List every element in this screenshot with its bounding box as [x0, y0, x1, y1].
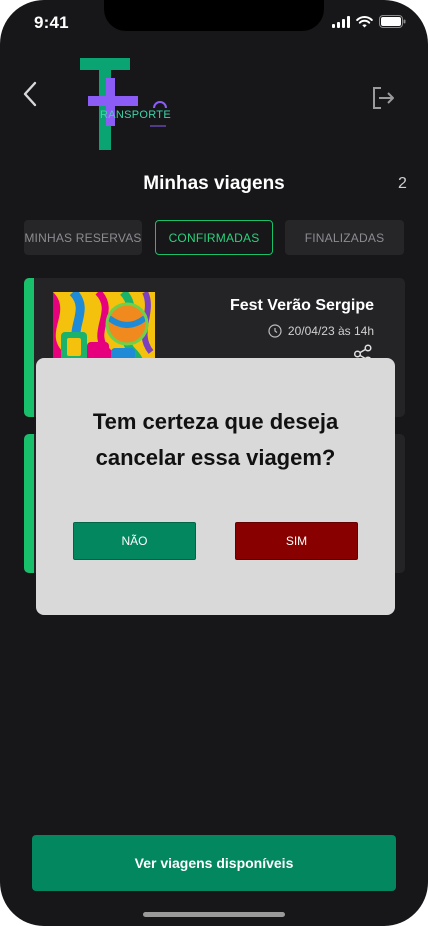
card-status-stripe [24, 278, 34, 417]
status-time: 9:41 [34, 13, 69, 32]
trip-date-text: 20/04/23 às 14h [287, 324, 374, 338]
dialog-message-line-2: cancelar essa viagem? [95, 445, 336, 470]
signal-icon [332, 15, 350, 28]
cancel-trip-dialog: Tem certeza que deseja cancelar essa via… [36, 358, 395, 615]
see-available-trips-button[interactable]: Ver viagens disponíveis [32, 835, 396, 891]
tab-minhas-reservas[interactable]: MINHAS RESERVAS [24, 220, 142, 255]
back-chevron-icon[interactable] [20, 80, 44, 108]
trip-date: 20/04/23 às 14h [268, 324, 374, 338]
phone-screen: 9:41 RANSPORTE Minhas viagens 2 MINHAS R… [0, 0, 428, 926]
trip-count: 2 [398, 175, 407, 192]
logout-icon[interactable] [370, 85, 396, 111]
app-logo [78, 56, 170, 152]
tab-finalizadas[interactable]: FINALIZADAS [285, 220, 404, 255]
wifi-icon [356, 15, 373, 27]
dialog-message-line-1: Tem certeza que deseja [92, 409, 339, 434]
device-notch [104, 0, 324, 31]
yes-button[interactable]: SIM [235, 522, 358, 560]
battery-icon [379, 15, 406, 28]
no-button[interactable]: NÃO [73, 522, 196, 560]
logo-text: RANSPORTE [100, 109, 171, 121]
home-indicator [143, 912, 285, 917]
trip-title: Fest Verão Sergipe [229, 297, 374, 314]
dialog-message: Tem certeza que deseja cancelar essa via… [36, 404, 395, 476]
tab-confirmadas[interactable]: CONFIRMADAS [155, 220, 273, 255]
clock-icon [268, 324, 282, 338]
page-title: Minhas viagens [143, 173, 285, 194]
status-icons [332, 15, 406, 28]
card-status-stripe [24, 434, 34, 573]
